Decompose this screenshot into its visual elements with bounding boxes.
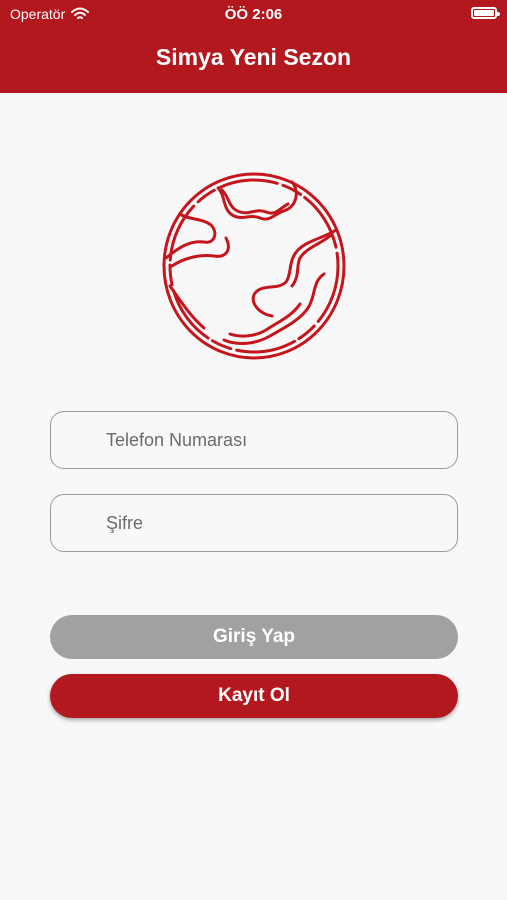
register-button[interactable]: Kayıt Ol	[50, 674, 458, 718]
password-field[interactable]: Şifre	[50, 494, 458, 552]
password-placeholder: Şifre	[106, 512, 144, 533]
status-time: ÖÖ 2:06	[224, 6, 283, 23]
status-bar: Operatör ÖÖ 2:06	[0, 0, 507, 28]
globe-icon	[162, 172, 346, 360]
login-button[interactable]: Giriş Yap	[50, 615, 458, 659]
battery-level	[474, 10, 494, 16]
phone-field[interactable]: Telefon Numarası	[50, 411, 458, 469]
page-title: Simya Yeni Sezon	[155, 44, 352, 70]
phone-placeholder: Telefon Numarası	[106, 429, 248, 450]
app-bar: Operatör ÖÖ 2:06 Simya Yeni Sezon	[0, 0, 507, 93]
battery-icon	[471, 7, 500, 19]
